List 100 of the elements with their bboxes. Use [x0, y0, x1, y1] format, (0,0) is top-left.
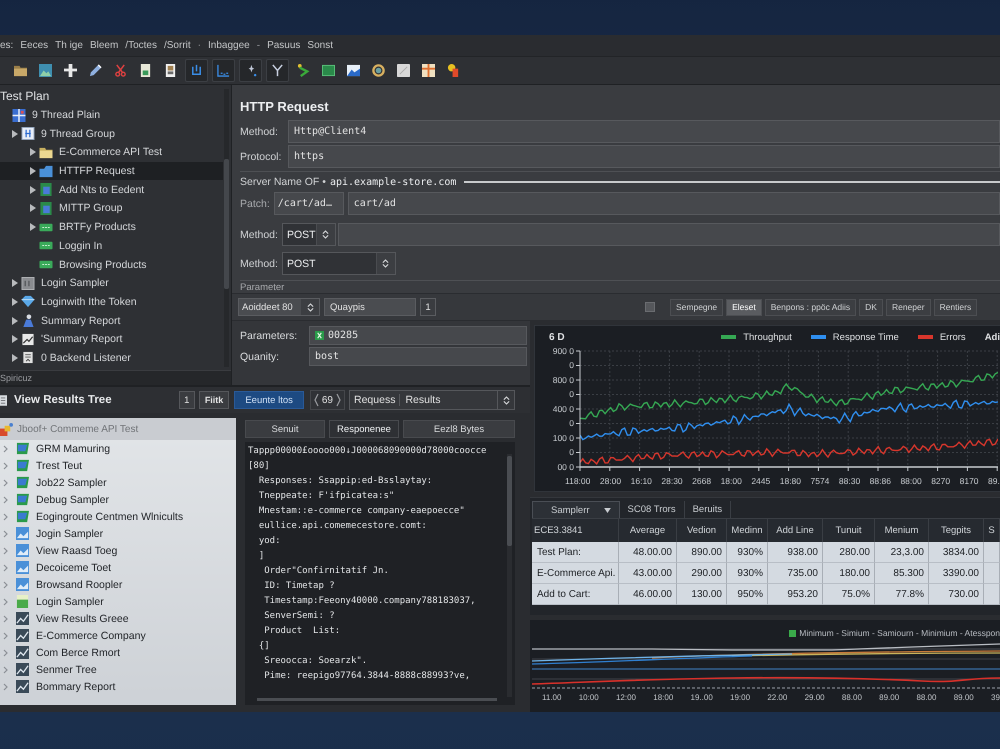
column-header[interactable]: Menium: [875, 519, 929, 542]
tab[interactable]: Beruits: [684, 501, 732, 518]
menu-item[interactable]: Th ige: [55, 40, 83, 51]
checkbox[interactable]: [645, 302, 655, 312]
text-field[interactable]: Http@Client4: [288, 120, 1000, 143]
document-icon[interactable]: [164, 64, 177, 77]
tree-item[interactable]: Browsing Products: [0, 255, 223, 274]
list-item[interactable]: Jogin Sampler: [0, 525, 236, 542]
tree-item[interactable]: 0 Backend Listener: [0, 348, 223, 368]
select-field[interactable]: Requess Results: [349, 390, 515, 410]
tab[interactable]: Senuit: [245, 420, 325, 438]
tab[interactable]: Eezl8 Bytes: [403, 420, 515, 438]
tab[interactable]: Samplerr: [532, 501, 620, 518]
menu-item[interactable]: Bleem: [90, 40, 118, 51]
tree-item[interactable]: Test Plan: [0, 87, 223, 106]
list-item[interactable]: E-Commerce Company: [0, 627, 236, 644]
menu-item[interactable]: es:: [0, 40, 14, 51]
tree-item[interactable]: 9 Thread Group: [0, 124, 223, 144]
plus-icon[interactable]: [64, 64, 77, 77]
action-button[interactable]: Eeunte ltos: [234, 391, 304, 409]
tree-item[interactable]: MITTP Group: [0, 199, 223, 218]
scrollbar-thumb[interactable]: [224, 159, 229, 289]
shapes-icon[interactable]: [447, 64, 460, 77]
toolbar-button[interactable]: [212, 59, 235, 82]
tree-item[interactable]: Summary Report: [0, 311, 223, 330]
tab[interactable]: Reneper: [886, 298, 931, 316]
menu-item[interactable]: /Sorrit: [164, 40, 191, 51]
menu-item[interactable]: Eeces: [20, 40, 48, 51]
column-header[interactable]: Tegpits: [929, 519, 984, 542]
select-field[interactable]: POST: [282, 252, 396, 275]
list-item[interactable]: Senmer Tree: [0, 661, 236, 678]
column-header[interactable]: Add Line: [768, 519, 823, 542]
tree-item[interactable]: HTTFP Request: [0, 162, 223, 180]
tree-item[interactable]: 'Summary Report: [0, 330, 223, 349]
list-item[interactable]: Eogingroute Centmen Wlnicults: [0, 508, 236, 525]
tree-item[interactable]: Loginwith Ithe Token: [0, 292, 223, 312]
text-field[interactable]: cart/ad: [348, 192, 1000, 215]
list-item[interactable]: Bommary Report: [0, 678, 236, 695]
tree-item[interactable]: Login Sampler: [0, 274, 223, 293]
list-item[interactable]: View Results Greee: [0, 610, 236, 627]
tab[interactable]: Sempegne: [670, 298, 724, 316]
text-field[interactable]: /cart/ad…: [274, 192, 344, 215]
list-item[interactable]: Login Sampler: [0, 593, 236, 610]
list-item[interactable]: GRM Mamuring: [0, 440, 236, 457]
server-value[interactable]: api.example-store.com: [330, 176, 456, 188]
list-item[interactable]: Trest Teut: [0, 457, 236, 474]
scrollbar[interactable]: [257, 698, 497, 701]
folder-icon[interactable]: [14, 64, 27, 77]
scrollbar-thumb[interactable]: [507, 456, 512, 546]
pencil-icon[interactable]: [89, 64, 102, 77]
tree-item[interactable]: E-Commerce API Test: [0, 143, 223, 162]
count-field[interactable]: 1: [178, 391, 195, 409]
tab[interactable]: Benpons : ppöc Adiis: [764, 298, 856, 316]
toolbar-button[interactable]: [239, 59, 262, 82]
scrollbar[interactable]: [507, 454, 512, 697]
toolbar-button[interactable]: [185, 59, 208, 82]
tree-item[interactable]: Loggin In: [0, 236, 223, 256]
play-icon[interactable]: [297, 64, 310, 77]
ring-icon[interactable]: [372, 64, 385, 77]
tab[interactable]: Eleset: [726, 298, 762, 316]
text-field[interactable]: bost: [309, 347, 527, 366]
tab[interactable]: DK: [859, 298, 883, 316]
tree-item[interactable]: BRTFy Products: [0, 218, 223, 236]
text-field[interactable]: https: [288, 145, 1000, 168]
menu-item[interactable]: Sonst: [307, 40, 333, 51]
tree-item[interactable]: Add Nts to Eedent: [0, 180, 223, 200]
grid-icon[interactable]: [422, 64, 435, 77]
menu-item[interactable]: Pasuus: [267, 40, 300, 51]
menu-item[interactable]: Inbaggee: [208, 40, 250, 51]
screen-icon[interactable]: [322, 64, 335, 77]
input-field[interactable]: [338, 223, 1000, 246]
list-item[interactable]: Decoiceme Toet: [0, 559, 236, 576]
column-header[interactable]: Medinn: [727, 519, 768, 542]
scrollbar[interactable]: [224, 89, 229, 367]
stepper[interactable]: 69: [310, 390, 345, 410]
text-field[interactable]: Quaypis: [324, 298, 416, 316]
column-header[interactable]: Vedion: [677, 519, 727, 542]
count-field[interactable]: 1: [420, 298, 436, 316]
tab[interactable]: Rentiers: [934, 298, 978, 316]
column-header[interactable]: S: [984, 519, 1000, 542]
column-header[interactable]: Tunuit: [823, 519, 875, 542]
select-field[interactable]: POST: [282, 223, 336, 246]
tab[interactable]: Responenee: [329, 420, 399, 438]
document-icon[interactable]: [139, 64, 152, 77]
list-item[interactable]: Debug Sampler: [0, 491, 236, 508]
list-item[interactable]: Job22 Sampler: [0, 474, 236, 491]
list-item[interactable]: Com Berce Rmort: [0, 644, 236, 661]
menu-item[interactable]: /Toctes: [125, 40, 157, 51]
scissors-icon[interactable]: [114, 64, 127, 77]
filter-button[interactable]: Fiitk: [198, 391, 230, 409]
tree-item[interactable]: 9 Thread Plain: [0, 106, 223, 124]
tab[interactable]: SC08 Trors: [620, 501, 685, 518]
list-item[interactable]: Browsand Roopler: [0, 576, 236, 593]
column-header[interactable]: Average: [619, 519, 677, 542]
list-item[interactable]: View Raasd Toeg: [0, 542, 236, 559]
column-header[interactable]: ECE3.3841: [532, 519, 619, 542]
toolbar-button[interactable]: [266, 59, 289, 82]
image-icon[interactable]: [347, 64, 360, 77]
text-field[interactable]: 00285: [309, 326, 527, 345]
spinner-field[interactable]: Aoiddeet 80: [238, 298, 320, 316]
